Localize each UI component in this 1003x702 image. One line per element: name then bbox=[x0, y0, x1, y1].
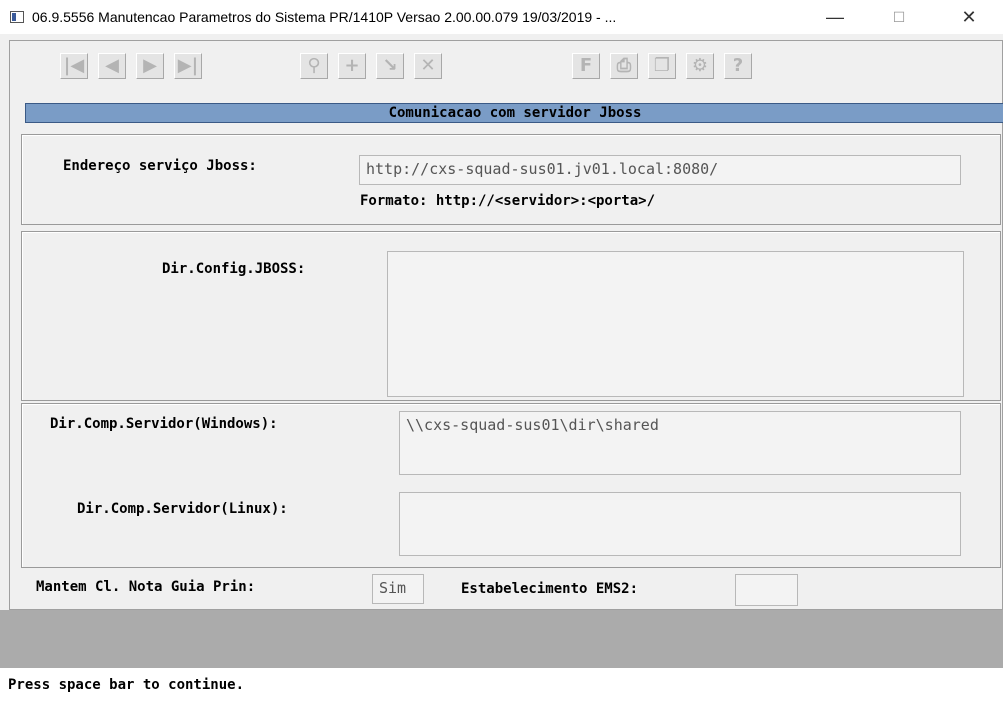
copy-button[interactable]: ❐ bbox=[648, 53, 676, 79]
x-delete-icon: ✕ bbox=[420, 55, 436, 76]
previous-record-button[interactable]: ◀ bbox=[98, 53, 126, 79]
message-area bbox=[0, 610, 1003, 668]
delete-button[interactable]: ✕ bbox=[414, 53, 442, 79]
printer-icon: ⎙ bbox=[616, 55, 632, 76]
estab-label: Estabelecimento EMS2: bbox=[461, 581, 639, 597]
main-frame: |◀ ◀ ▶ ▶| ⚲ + ↘ ✕ F ⎙ ❐ ⚙ ? Comunicacao … bbox=[9, 40, 1003, 610]
endereco-input[interactable]: http://cxs-squad-sus01.jv01.local:8080/ bbox=[359, 155, 961, 185]
search-button[interactable]: ⚲ bbox=[300, 53, 328, 79]
minimize-button[interactable]: — bbox=[812, 0, 858, 34]
dir-windows-label: Dir.Comp.Servidor(Windows): bbox=[50, 416, 278, 432]
print-button[interactable]: ⎙ bbox=[610, 53, 638, 79]
dir-linux-label: Dir.Comp.Servidor(Linux): bbox=[77, 501, 288, 517]
edit-button[interactable]: ↘ bbox=[376, 53, 404, 79]
estab-field[interactable] bbox=[735, 574, 798, 606]
last-record-button[interactable]: ▶| bbox=[174, 53, 202, 79]
plus-icon: + bbox=[344, 55, 360, 76]
skip-last-icon: ▶| bbox=[177, 55, 199, 76]
dir-config-textarea[interactable] bbox=[387, 251, 964, 397]
mantem-field[interactable]: Sim bbox=[372, 574, 424, 604]
arrow-edit-icon: ↘ bbox=[382, 55, 398, 76]
dir-config-label: Dir.Config.JBOSS: bbox=[162, 261, 306, 277]
dir-linux-textarea[interactable] bbox=[399, 492, 961, 556]
status-bar: Press space bar to continue. bbox=[0, 668, 1003, 702]
section-header: Comunicacao com servidor Jboss bbox=[25, 103, 1003, 123]
filter-button[interactable]: F bbox=[572, 53, 600, 79]
formato-hint: Formato: http://<servidor>:<porta>/ bbox=[360, 193, 656, 209]
app-icon bbox=[10, 11, 24, 23]
endereco-label: Endereço serviço Jboss: bbox=[63, 158, 257, 174]
dir-windows-textarea[interactable]: \\cxs-squad-sus01\dir\shared bbox=[399, 411, 961, 475]
skip-first-icon: |◀ bbox=[63, 55, 85, 76]
tree-icon: ⚙ bbox=[691, 55, 709, 76]
close-button[interactable]: ✕ bbox=[946, 0, 992, 34]
prev-icon: ◀ bbox=[105, 55, 119, 76]
add-button[interactable]: + bbox=[338, 53, 366, 79]
documents-icon: ❐ bbox=[653, 55, 671, 76]
first-record-button[interactable]: |◀ bbox=[60, 53, 88, 79]
hierarchy-button[interactable]: ⚙ bbox=[686, 53, 714, 79]
key-search-icon: ⚲ bbox=[307, 55, 321, 76]
mantem-label: Mantem Cl. Nota Guia Prin: bbox=[36, 579, 256, 595]
f-icon: F bbox=[579, 55, 593, 76]
help-icon: ? bbox=[732, 55, 744, 76]
next-record-button[interactable]: ▶ bbox=[136, 53, 164, 79]
window-title: 06.9.5556 Manutencao Parametros do Siste… bbox=[32, 9, 617, 25]
help-button[interactable]: ? bbox=[724, 53, 752, 79]
next-icon: ▶ bbox=[143, 55, 157, 76]
title-bar: 06.9.5556 Manutencao Parametros do Siste… bbox=[0, 0, 1003, 34]
maximize-button[interactable]: ☐ bbox=[876, 0, 922, 34]
status-message: Press space bar to continue. bbox=[8, 677, 245, 693]
